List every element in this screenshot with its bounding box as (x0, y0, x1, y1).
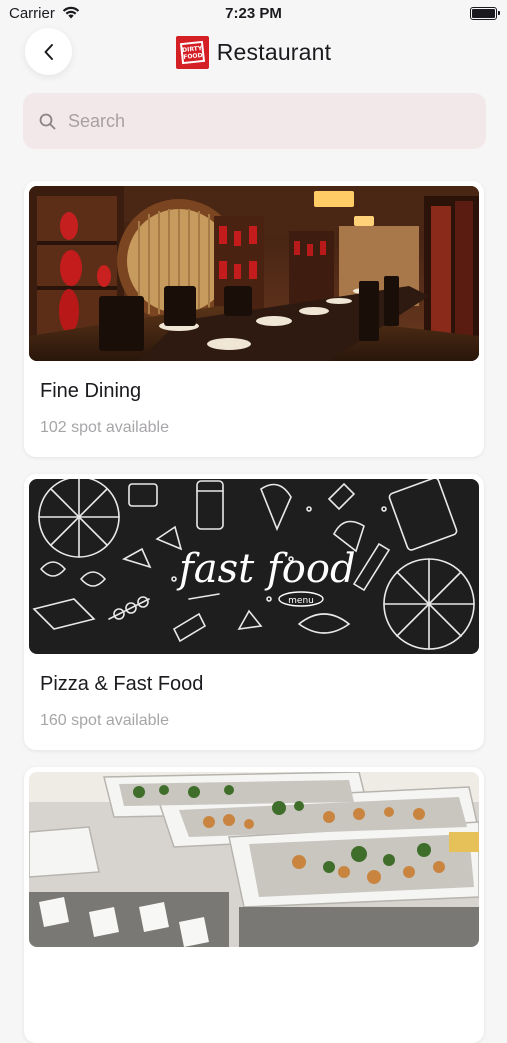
search-bar[interactable] (23, 93, 486, 149)
buffet-trays-image (29, 772, 479, 947)
search-icon (39, 113, 56, 130)
battery-icon (470, 7, 500, 20)
status-time: 7:23 PM (225, 5, 282, 22)
fast-food-image-text: fast food (176, 546, 356, 592)
restaurant-logo: DIRTY FOOD (175, 35, 209, 69)
category-title: Pizza & Fast Food (40, 673, 204, 695)
availability-text: 160 spot available (40, 712, 169, 729)
category-card-pizza-fast-food[interactable]: fast food menu Pizza & Fast Food 160 spo… (24, 474, 484, 750)
logo-text-line2: FOOD (182, 50, 203, 60)
status-bar: Carrier 7:23 PM (0, 0, 507, 30)
availability-text: 102 spot available (40, 419, 169, 436)
category-card-buffet[interactable] (24, 767, 484, 1043)
category-title: Fine Dining (40, 380, 142, 402)
menu-image-text: menu (288, 596, 314, 606)
search-input[interactable] (68, 110, 448, 132)
fast-food-doodle-image: fast food menu (29, 479, 479, 654)
restaurant-interior-image (29, 186, 479, 361)
category-card-fine-dining[interactable]: Fine Dining 102 spot available (24, 181, 484, 457)
header: DIRTY FOOD Restaurant (0, 35, 507, 69)
page-title: Restaurant (216, 38, 332, 65)
